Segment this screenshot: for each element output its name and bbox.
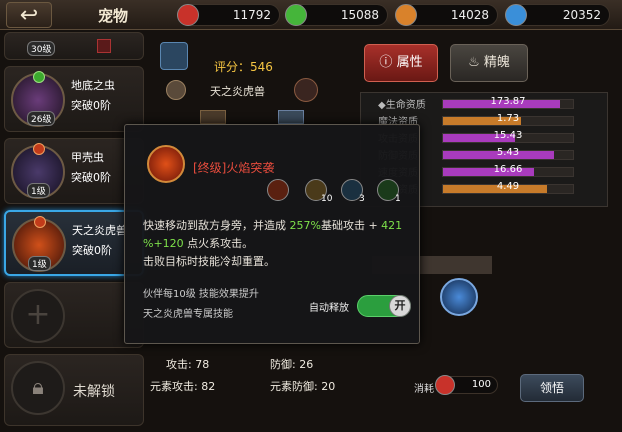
skill-tooltip: [终级]火焰突袭 10 3 1 快速移动到敌方身旁，并造成 257%基础攻击 +…	[124, 124, 420, 344]
red-gem-icon	[177, 4, 199, 26]
resource-red[interactable]: 11792	[177, 4, 280, 26]
back-arrow-icon: ↩	[19, 3, 39, 28]
pet-name: 天之炎虎兽	[210, 85, 265, 98]
resource-blue[interactable]: 20352	[505, 4, 610, 26]
fire-type-icon	[267, 179, 289, 201]
equip-slot-icon[interactable]	[200, 110, 226, 124]
elem-defense-stat: 元素防御: 20	[270, 380, 336, 393]
element-icon	[33, 71, 45, 83]
fire-element-icon	[34, 216, 46, 228]
weapon-icon[interactable]	[294, 78, 318, 102]
auto-release-label: 自动释放	[309, 303, 349, 314]
fire-claw-icon	[147, 145, 185, 183]
pet-slot-3-selected[interactable]: 1级 天之炎虎兽 突破0阶	[4, 210, 144, 276]
pet-slot-locked[interactable]: 🔒︎ 未解锁	[4, 354, 144, 426]
exclusive-note: 天之炎虎兽专属技能	[143, 309, 233, 320]
green-gem-icon	[285, 4, 307, 26]
orange-gem-icon	[395, 4, 417, 26]
defense-stat: 防御: 26	[270, 358, 314, 371]
skill-desc-line1: 快速移动到敌方身旁，并造成 257%基础攻击 + 421	[143, 219, 403, 232]
pet-score: 评分：546	[214, 60, 273, 74]
tab-attributes[interactable]: ⓘ 属性	[364, 44, 438, 82]
back-button[interactable]: ↩	[6, 2, 52, 28]
upgrade-note: 伙伴每10级 技能效果提升	[143, 289, 259, 300]
elem-attack-stat: 元素攻击: 82	[150, 380, 216, 393]
skill-desc-line2: %+120 点火系攻击。	[143, 237, 254, 250]
heart-icon[interactable]	[166, 80, 186, 100]
learn-button[interactable]: 领悟	[520, 374, 584, 402]
skill-desc-line3: 击败目标时技能冷却重置。	[143, 255, 275, 268]
pet-slot-0[interactable]: 30级	[4, 32, 144, 60]
badge-icon	[97, 39, 111, 53]
stat-value: 5.43	[496, 147, 520, 158]
resource-orange[interactable]: 14028	[395, 4, 498, 26]
skill-slot-icon[interactable]	[440, 278, 478, 316]
page-title: 宠物	[98, 7, 129, 25]
stat-value: 16.66	[493, 164, 523, 175]
stat-value: 4.49	[496, 181, 520, 192]
blue-gem-icon	[505, 4, 527, 26]
equip-slot-icon[interactable]	[278, 110, 304, 124]
auto-release-toggle[interactable]: 开	[357, 295, 411, 317]
stat-value: 173.87	[490, 96, 526, 107]
add-icon: +	[11, 289, 65, 343]
pet-slot-1[interactable]: 26级 地底之虫 突破0阶	[4, 66, 144, 132]
pet-slot-empty[interactable]: +	[4, 282, 144, 348]
flame-icon: ♨	[468, 55, 484, 70]
stat-label: ◆生命资质	[378, 100, 426, 111]
book-icon[interactable]	[160, 42, 188, 70]
stat-value: 1.73	[496, 113, 520, 124]
fire-element-icon	[33, 143, 45, 155]
resource-green[interactable]: 15088	[285, 4, 388, 26]
info-icon: ⓘ	[379, 55, 397, 70]
stat-value: 15.43	[493, 130, 523, 141]
lock-icon: 🔒︎	[11, 361, 65, 415]
red-gem-icon	[435, 375, 455, 395]
pet-slot-2[interactable]: 1级 甲壳虫 突破0阶	[4, 138, 144, 204]
stat-row: ◆生命资质 173.87	[360, 96, 608, 112]
consume-label: 消耗	[414, 384, 434, 395]
attack-stat: 攻击: 78	[166, 358, 210, 371]
tab-soul[interactable]: ♨ 精魄	[450, 44, 528, 82]
consume-field: 100	[435, 375, 498, 395]
skill-name: [终级]火焰突袭	[193, 161, 275, 175]
